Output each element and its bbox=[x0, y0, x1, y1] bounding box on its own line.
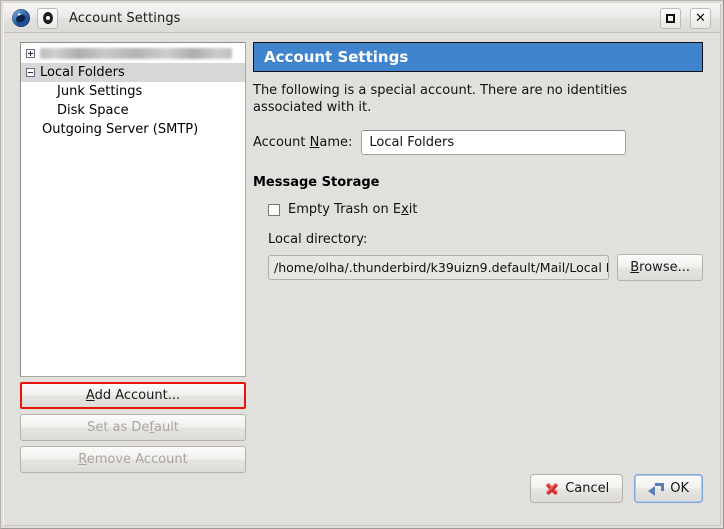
message-storage-heading: Message Storage bbox=[253, 175, 703, 190]
local-directory-input[interactable]: /home/olha/.thunderbird/k39uizn9.default… bbox=[268, 255, 609, 280]
cancel-button[interactable]: Cancel bbox=[530, 474, 623, 503]
title-bar[interactable]: Account Settings ✕ bbox=[4, 4, 720, 33]
cancel-label: Cancel bbox=[565, 481, 609, 496]
close-button[interactable]: ✕ bbox=[690, 8, 711, 29]
browse-button[interactable]: Browse... bbox=[617, 254, 703, 281]
red-x-icon bbox=[544, 481, 559, 496]
expander-plus-icon[interactable] bbox=[26, 49, 35, 58]
tree-item-redacted-account[interactable] bbox=[21, 44, 245, 63]
redacted-account-name bbox=[40, 48, 232, 59]
dialog-button-bar: Cancel OK bbox=[530, 474, 703, 503]
local-directory-row: /home/olha/.thunderbird/k39uizn9.default… bbox=[268, 254, 703, 281]
accounts-sidebar: Local Folders Junk Settings Disk Space O… bbox=[20, 42, 246, 473]
ok-button[interactable]: OK bbox=[634, 474, 703, 503]
settings-panel: Account Settings The following is a spec… bbox=[253, 42, 703, 281]
empty-trash-label: Empty Trash on Exit bbox=[288, 202, 418, 217]
ok-label: OK bbox=[670, 481, 689, 496]
tree-item-disk-space[interactable]: Disk Space bbox=[21, 101, 245, 120]
account-name-label: Account Name: bbox=[253, 135, 352, 150]
thunderbird-icon bbox=[12, 9, 30, 27]
account-settings-window: Account Settings ✕ Local Folders Junk Se… bbox=[0, 0, 724, 529]
window-controls: ✕ bbox=[660, 8, 715, 29]
close-icon: ✕ bbox=[695, 12, 706, 25]
tree-item-label: Outgoing Server (SMTP) bbox=[42, 122, 198, 137]
tree-item-label: Junk Settings bbox=[57, 84, 142, 99]
tree-item-local-folders[interactable]: Local Folders bbox=[21, 63, 245, 82]
panel-description: The following is a special account. Ther… bbox=[253, 82, 653, 116]
expander-minus-icon[interactable] bbox=[26, 68, 35, 77]
add-account-button[interactable]: Add Account... bbox=[20, 382, 246, 409]
maximize-icon bbox=[666, 14, 675, 23]
remove-account-accel: R bbox=[78, 452, 86, 467]
empty-trash-row[interactable]: Empty Trash on Exit bbox=[268, 202, 703, 217]
set-as-default-button[interactable]: Set as Default bbox=[20, 414, 246, 441]
local-directory-label: Local directory: bbox=[268, 232, 703, 247]
account-name-input[interactable] bbox=[361, 130, 626, 155]
add-account-label: dd Account... bbox=[95, 388, 181, 403]
add-account-accel: A bbox=[86, 388, 95, 403]
settings-icon bbox=[37, 8, 58, 29]
empty-trash-accel: x bbox=[401, 202, 409, 217]
account-tree[interactable]: Local Folders Junk Settings Disk Space O… bbox=[20, 42, 246, 377]
remove-account-button[interactable]: Remove Account bbox=[20, 446, 246, 473]
tree-item-label: Disk Space bbox=[57, 103, 129, 118]
account-name-row: Account Name: bbox=[253, 130, 703, 155]
empty-trash-checkbox[interactable] bbox=[268, 204, 280, 216]
panel-header: Account Settings bbox=[253, 42, 703, 72]
dialog-content: Local Folders Junk Settings Disk Space O… bbox=[4, 33, 720, 523]
browse-accel: B bbox=[630, 260, 639, 275]
tree-item-label: Local Folders bbox=[40, 65, 125, 80]
maximize-button[interactable] bbox=[660, 8, 681, 29]
window-title: Account Settings bbox=[69, 11, 181, 26]
enter-arrow-icon bbox=[648, 482, 664, 496]
tree-item-outgoing-server-smtp[interactable]: Outgoing Server (SMTP) bbox=[21, 120, 245, 139]
account-name-accel: N bbox=[310, 135, 320, 150]
tree-item-junk-settings[interactable]: Junk Settings bbox=[21, 82, 245, 101]
